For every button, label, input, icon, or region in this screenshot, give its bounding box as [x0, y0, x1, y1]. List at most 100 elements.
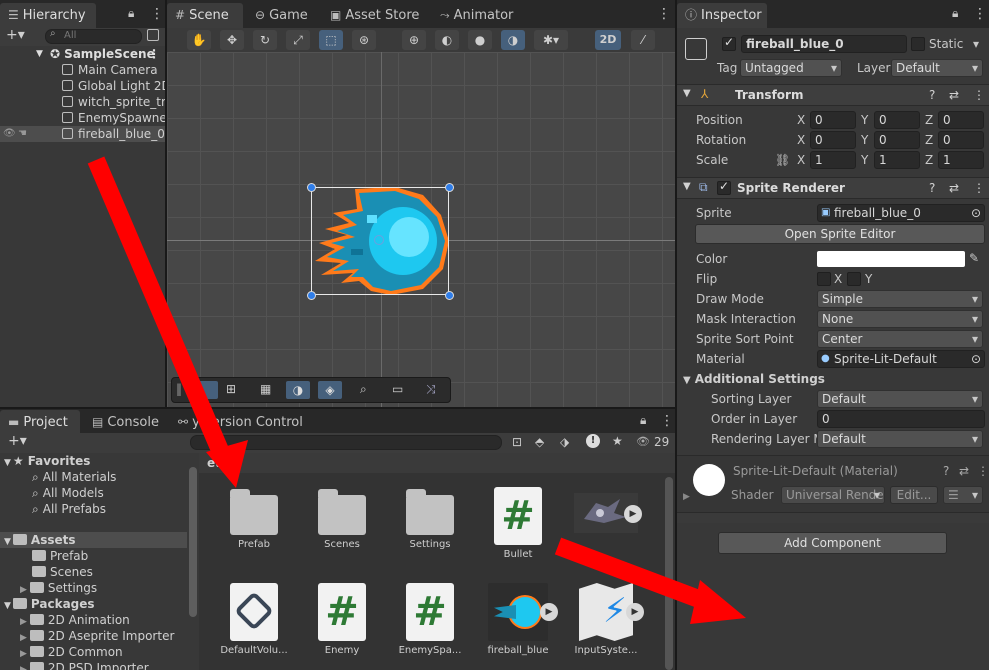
package-item[interactable]: ▶ 2D Common	[20, 644, 123, 660]
lock-icon[interactable]: 🔒︎	[128, 6, 134, 21]
layers-icon[interactable]: ◈	[318, 381, 342, 399]
gizmo-handle[interactable]	[307, 291, 316, 300]
rotation-y-field[interactable]: 0	[874, 131, 920, 149]
search-options-icon[interactable]	[147, 29, 159, 41]
enabled-checkbox[interactable]	[717, 179, 731, 195]
additional-settings-foldout[interactable]: ▼ Additional Settings	[683, 372, 825, 386]
tab-project[interactable]: ▬ Project	[0, 410, 80, 433]
lighting-toggle-icon[interactable]: ⁄	[631, 30, 655, 50]
grid-snap-icon[interactable]: ▦	[260, 382, 271, 396]
tab-version-control[interactable]: ⚯ y Version Control	[170, 410, 311, 435]
help-icon[interactable]: ?	[929, 88, 935, 102]
asset-folder-item[interactable]: Scenes	[32, 564, 93, 580]
material-menu-icon[interactable]: ⋮	[977, 464, 989, 478]
tag-filter-icon[interactable]: ⬗	[560, 435, 569, 449]
favorites-foldout[interactable]: ▼ ★ Favorites	[4, 453, 90, 469]
favorite-item[interactable]: ⌕ All Materials	[32, 469, 116, 485]
rotate-tool-icon[interactable]: ↻	[253, 30, 277, 50]
asset-sprite[interactable]: ▶ fireball_blue	[480, 583, 558, 656]
mask-interaction-dropdown[interactable]: None	[817, 310, 983, 328]
hierarchy-item[interactable]: witch_sprite_tra	[0, 94, 165, 110]
shuffle-icon[interactable]: ⤨	[426, 382, 436, 397]
hierarchy-item[interactable]: Main Camera	[0, 62, 165, 78]
sprite-renderer-header[interactable]: ▼ ⧉ Sprite Renderer ? ⇄ ⋮	[677, 177, 989, 199]
add-component-button[interactable]: Add Component	[718, 532, 947, 554]
tool-icon[interactable]	[194, 381, 218, 399]
active-checkbox[interactable]	[722, 35, 736, 51]
favorite-item[interactable]: ⌕ All Models	[32, 485, 104, 501]
lock-icon[interactable]: 🔒︎	[640, 413, 646, 428]
favorite-item[interactable]: ⌕ All Prefabs	[32, 501, 106, 517]
tab-asset-store[interactable]: ▣ Asset Store	[322, 3, 427, 28]
gizmo-handle[interactable]	[307, 183, 316, 192]
asset-input-actions[interactable]: ⚡ ▶ InputSyste...	[568, 583, 644, 656]
gizmo-handle[interactable]	[445, 291, 454, 300]
tab-scene[interactable]: # Scene	[167, 3, 243, 28]
asset-script[interactable]: # EnemySpa...	[392, 583, 468, 656]
play-preview-icon[interactable]: ▶	[626, 603, 644, 621]
camera-icon[interactable]: ▭	[392, 382, 403, 396]
package-item[interactable]: ▶ 2D PSD Importer	[20, 660, 149, 670]
transform-tool-icon[interactable]: ⊛	[352, 30, 376, 50]
sprite-field[interactable]: ▣ fireball_blue_0 ⊙	[817, 204, 985, 222]
asset-folder[interactable]: Prefab	[216, 481, 292, 550]
asset-folder-item[interactable]: ▶ Settings	[20, 580, 97, 596]
project-search-input[interactable]	[190, 435, 502, 450]
sphere-icon[interactable]: ●	[468, 30, 492, 50]
globe-icon[interactable]: ⊕	[402, 30, 426, 50]
constrain-link-icon[interactable]: ⛓︎	[775, 153, 790, 167]
shader-options-dropdown[interactable]: ☰	[943, 486, 983, 504]
scale-y-field[interactable]: 1	[874, 151, 920, 169]
object-picker-icon[interactable]: ⊙	[971, 351, 981, 367]
preset-icon[interactable]: ⇄	[949, 88, 959, 102]
preset-icon[interactable]: ⇄	[949, 181, 959, 195]
more-menu-icon[interactable]: ⋮	[150, 6, 164, 22]
moon-shading-icon[interactable]: ◑	[501, 30, 525, 50]
assets-foldout-selected[interactable]: ▼ Assets	[0, 532, 187, 548]
create-add-icon[interactable]: +▾	[8, 433, 27, 449]
color-swatch[interactable]	[817, 251, 965, 267]
help-icon[interactable]: ?	[929, 181, 935, 195]
eyedropper-icon[interactable]: ✎	[969, 251, 979, 265]
zoom-icon[interactable]: ⌕	[360, 382, 367, 397]
moon-icon[interactable]: ◑	[286, 381, 310, 399]
pivot-handle[interactable]	[374, 235, 384, 245]
static-checkbox[interactable]	[911, 37, 925, 51]
grip-icon[interactable]: ‖	[176, 382, 182, 396]
hidden-packages-eye-icon[interactable]: 👁︎	[636, 435, 650, 448]
object-picker-icon[interactable]: ⊙	[971, 205, 981, 221]
shader-edit-button[interactable]: Edit...	[890, 486, 938, 504]
scene-menu-icon[interactable]: ⋮	[148, 46, 160, 62]
search-input[interactable]: ⌕ All	[45, 28, 142, 44]
asset-script[interactable]: # Bullet	[480, 487, 556, 560]
open-sprite-editor-button[interactable]: Open Sprite Editor	[695, 224, 985, 244]
flip-y-checkbox[interactable]	[847, 272, 861, 286]
scale-z-field[interactable]: 1	[938, 151, 984, 169]
rendering-layer-dropdown[interactable]: Default	[817, 430, 983, 448]
component-menu-icon[interactable]: ⋮	[973, 88, 985, 102]
help-icon[interactable]: ?	[943, 464, 949, 478]
shader-dropdown[interactable]: Universal Rende	[781, 486, 885, 504]
scale-x-field[interactable]: 1	[810, 151, 856, 169]
breadcrumb-label[interactable]: ets	[207, 456, 228, 470]
asset-folder[interactable]: Scenes	[304, 481, 380, 550]
position-y-field[interactable]: 0	[874, 111, 920, 129]
hierarchy-item[interactable]: EnemySpawner	[0, 110, 165, 126]
sorting-layer-dropdown[interactable]: Default	[817, 390, 983, 408]
tab-inspector[interactable]: ⓘ Inspector	[677, 3, 767, 28]
transform-header[interactable]: ▼ ⅄ Transform ? ⇄ ⋮	[677, 84, 989, 106]
tree-scrollbar[interactable]	[189, 467, 197, 617]
tag-dropdown[interactable]: Untagged	[740, 59, 842, 77]
asset-folder-item[interactable]: Prefab	[32, 548, 88, 564]
lock-icon[interactable]: 🔒︎	[952, 6, 958, 21]
hierarchy-item[interactable]: Global Light 2D	[0, 78, 165, 94]
layer-dropdown[interactable]: Default	[891, 59, 983, 77]
grid-scrollbar[interactable]	[665, 477, 673, 670]
component-menu-icon[interactable]: ⋮	[973, 181, 985, 195]
scale-tool-icon[interactable]: ⤢	[286, 30, 310, 50]
object-name-field[interactable]: fireball_blue_0	[741, 35, 907, 53]
package-item[interactable]: ▶ 2D Animation	[20, 612, 130, 628]
mode-2d-button[interactable]: 2D	[595, 30, 621, 50]
draw-mode-dropdown[interactable]: Simple	[817, 290, 983, 308]
scene-viewport[interactable]: ‖ ⊞ ▦ ◑ ◈ ⌕ ▭ ⤨	[167, 52, 675, 407]
